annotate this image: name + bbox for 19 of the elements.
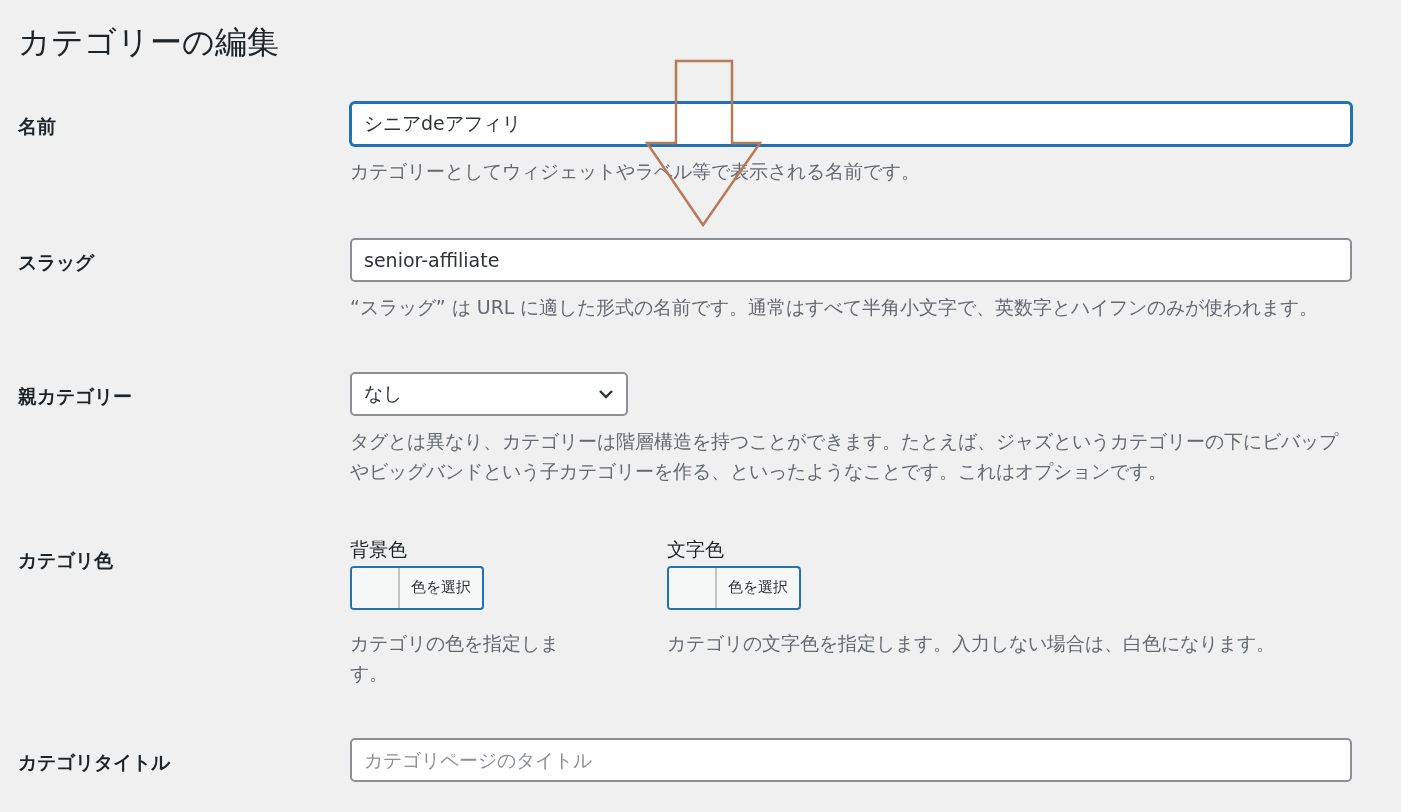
field-label: 名前 bbox=[18, 113, 57, 139]
color-label: 背景色 bbox=[350, 536, 408, 562]
color-label: 文字色 bbox=[667, 536, 725, 562]
text-input-field[interactable]: カテゴリページのタイトル bbox=[350, 737, 1352, 782]
field-label: カテゴリ色 bbox=[18, 547, 114, 573]
page-title: カテゴリーの編集 bbox=[18, 22, 280, 63]
field-description: “スラッグ” は URL に適した形式の名前です。通常はすべて半角小文字で、英数字とハイフンのみが使われます。 bbox=[350, 294, 1320, 320]
color-picker-button[interactable]: 色を選択 bbox=[350, 565, 484, 610]
field-description: カテゴリの文字色を指定します。入力しない場合は、白色になります。 bbox=[667, 630, 1275, 656]
chevron-down-icon bbox=[598, 388, 614, 399]
field-label: スラッグ bbox=[18, 249, 96, 275]
text-input-field[interactable]: senior-affiliate bbox=[350, 237, 1352, 282]
parent-category-dropdown[interactable]: なし bbox=[350, 371, 628, 416]
field-label: 親カテゴリー bbox=[18, 383, 133, 409]
field-label: カテゴリタイトル bbox=[18, 749, 171, 775]
text-input-field[interactable]: シニアdeアフィリ bbox=[350, 101, 1352, 146]
color-picker-button[interactable]: 色を選択 bbox=[667, 565, 801, 610]
field-description: タグとは異なり、カテゴリーは階層構造を持つことができます。たとえば、ジャズというカテゴリーの下にビバップやビッグバンドという子カテゴリーを作る、といったようなことです。これはオプションです。 bbox=[350, 428, 1340, 484]
field-description: カテゴリの色を指定します。 bbox=[350, 630, 560, 686]
